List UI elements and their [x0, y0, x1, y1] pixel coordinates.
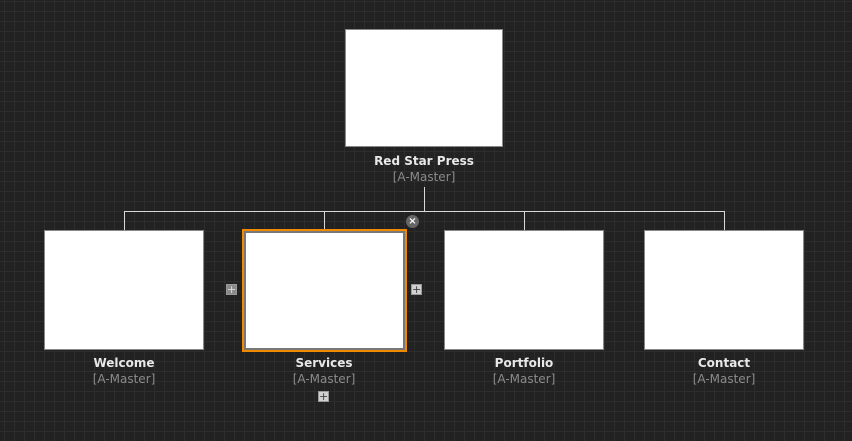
- page-master-services: [A-Master]: [292, 372, 356, 386]
- connector-line: [124, 211, 125, 230]
- page-master-root: [A-Master]: [392, 170, 456, 184]
- page-thumbnail-welcome[interactable]: [44, 230, 204, 350]
- page-master-welcome: [A-Master]: [92, 372, 156, 386]
- add-child-plus-icon[interactable]: +: [318, 391, 329, 402]
- page-title-services: Services: [295, 356, 353, 370]
- connector-line: [424, 187, 425, 211]
- page-title-portfolio: Portfolio: [494, 356, 554, 370]
- add-sibling-left-plus-icon[interactable]: +: [226, 284, 237, 295]
- page-thumbnail-contact[interactable]: [644, 230, 804, 350]
- page-title-contact: Contact: [697, 356, 751, 370]
- add-sibling-right-plus-icon[interactable]: +: [411, 284, 422, 295]
- delete-page-close-icon[interactable]: ×: [406, 215, 419, 228]
- page-thumbnail-root[interactable]: [345, 29, 503, 147]
- connector-line: [724, 211, 725, 230]
- connector-line: [324, 211, 325, 229]
- page-master-contact: [A-Master]: [692, 372, 756, 386]
- page-title-welcome: Welcome: [93, 356, 155, 370]
- connector-line: [524, 211, 525, 230]
- connector-line: [124, 211, 725, 212]
- page-title-root: Red Star Press: [374, 154, 474, 168]
- page-thumbnail-services[interactable]: [242, 229, 407, 352]
- page-thumbnail-portfolio[interactable]: [444, 230, 604, 350]
- page-master-portfolio: [A-Master]: [492, 372, 556, 386]
